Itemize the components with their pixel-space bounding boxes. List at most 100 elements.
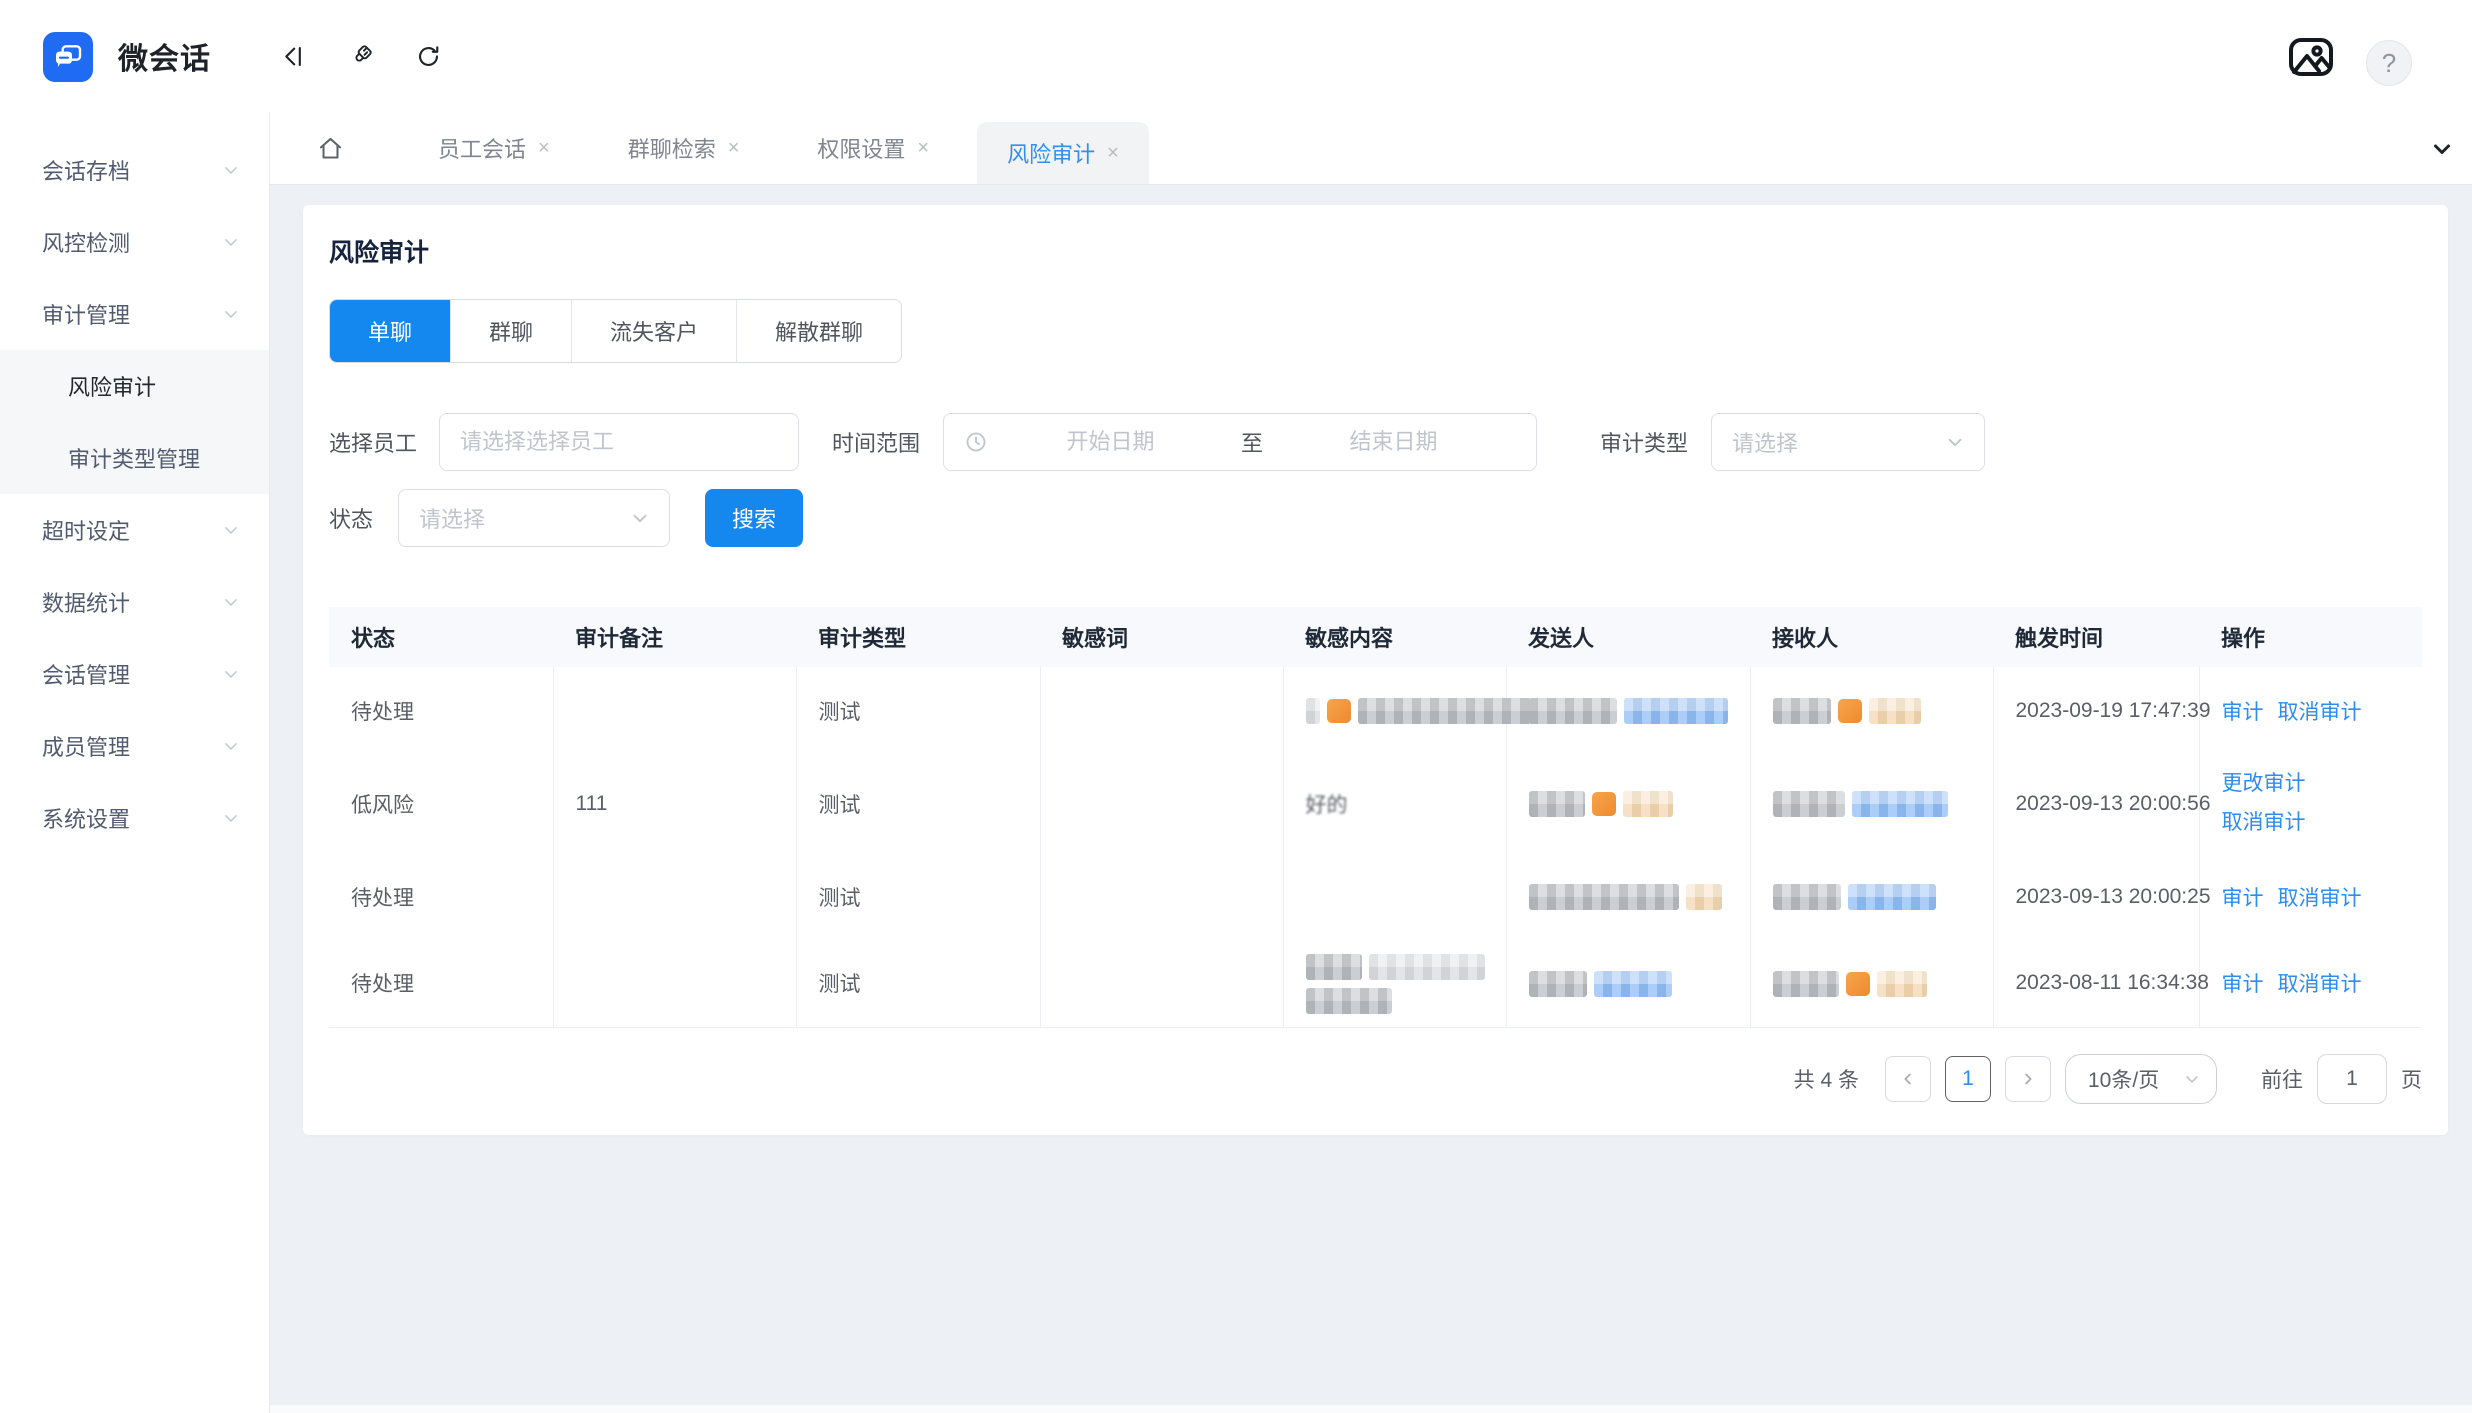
chevron-down-icon — [221, 736, 241, 756]
chevron-down-icon — [2182, 1069, 2202, 1089]
close-tab-icon[interactable]: × — [728, 137, 740, 160]
sender-cell — [1506, 940, 1750, 1027]
redacted-line: ... — [1306, 694, 1506, 728]
redacted-block — [1869, 698, 1921, 724]
close-tab-icon[interactable]: × — [1107, 142, 1119, 165]
sidebar-item-8[interactable]: 系统设置 — [0, 782, 269, 854]
close-tab-icon[interactable]: × — [917, 137, 929, 160]
action-link-取消审计[interactable]: 取消审计 — [2278, 701, 2362, 724]
sidebar-item-label: 会话管理 — [42, 658, 221, 690]
status-select[interactable]: 请选择 — [398, 489, 670, 547]
tabbar-chevron-down-icon[interactable] — [2430, 112, 2454, 185]
home-tab-icon[interactable] — [270, 112, 390, 184]
chevron-down-icon — [221, 304, 241, 324]
redacted-block — [1358, 698, 1558, 724]
column-header-审计备注: 审计备注 — [553, 607, 796, 667]
action-link-取消审计[interactable]: 取消审计 — [2278, 973, 2362, 996]
column-header-敏感词: 敏感词 — [1040, 607, 1283, 667]
workspace-tab-3[interactable]: 权限设置× — [787, 112, 959, 184]
sidebar-item-label: 审计管理 — [42, 298, 221, 330]
start-date-input[interactable] — [988, 429, 1233, 455]
sidebar-item-2[interactable]: 风控检测 — [0, 206, 269, 278]
sensitive-content-cell — [1283, 853, 1506, 940]
sidebar-item-3[interactable]: 审计管理 — [0, 278, 269, 350]
help-icon[interactable]: ? — [2366, 40, 2412, 86]
status-cell: 低风险 — [329, 755, 553, 853]
sidebar-subitem-风险审计[interactable]: 风险审计 — [0, 350, 269, 422]
sidebar-item-4[interactable]: 超时设定 — [0, 494, 269, 566]
action-link-审计[interactable]: 审计 — [2222, 887, 2264, 910]
brush-icon[interactable] — [340, 0, 380, 112]
search-button[interactable]: 搜索 — [705, 489, 803, 547]
sensitive-content-cell — [1283, 940, 1506, 1027]
total-count: 共 4 条 — [1794, 1064, 1859, 1094]
action-link-取消审计[interactable]: 取消审计 — [2278, 887, 2362, 910]
clock-icon — [964, 430, 988, 454]
employee-select-input[interactable] — [460, 429, 778, 455]
table-row: 待处理测试2023-09-13 20:00:25审计取消审计 — [329, 853, 2422, 940]
status-cell: 待处理 — [329, 667, 553, 755]
action-link-更改审计[interactable]: 更改审计 — [2222, 765, 2423, 804]
close-tab-icon[interactable]: × — [538, 137, 550, 160]
chevron-down-icon — [629, 507, 651, 529]
chat-tab-2[interactable]: 群聊 — [450, 300, 571, 362]
prev-page-button[interactable] — [1885, 1056, 1931, 1102]
column-header-审计类型: 审计类型 — [796, 607, 1040, 667]
column-header-接收人: 接收人 — [1750, 607, 1993, 667]
collapse-sidebar-icon[interactable] — [272, 0, 312, 112]
actions-cell: 审计取消审计 — [2199, 940, 2422, 1027]
chat-tab-1[interactable]: 单聊 — [330, 300, 450, 362]
audit-type-cell: 测试 — [796, 940, 1040, 1027]
workspace-tab-4[interactable]: 风险审计× — [977, 122, 1149, 184]
next-page-button[interactable] — [2005, 1056, 2051, 1102]
end-date-input[interactable] — [1271, 429, 1516, 455]
audit-type-select[interactable]: 请选择 — [1711, 413, 1985, 471]
redacted-block — [1848, 884, 1936, 910]
page-size-select[interactable]: 10条/页 — [2065, 1054, 2217, 1104]
sidebar-item-7[interactable]: 成员管理 — [0, 710, 269, 782]
pagination: 共 4 条 1 10条/页 前往 页 — [329, 1054, 2422, 1104]
action-link-取消审计[interactable]: 取消审计 — [2222, 804, 2423, 843]
current-page-button[interactable]: 1 — [1945, 1056, 1991, 1102]
redacted-block — [1773, 791, 1845, 817]
chevron-down-icon — [221, 160, 241, 180]
redacted-block — [1773, 884, 1841, 910]
sidebar-item-5[interactable]: 数据统计 — [0, 566, 269, 638]
redacted-block — [1529, 698, 1617, 724]
status-placeholder: 请选择 — [419, 502, 485, 534]
sensitive-word-cell — [1040, 667, 1283, 755]
redacted-line — [1306, 983, 1506, 1017]
refresh-icon[interactable] — [408, 0, 448, 112]
chat-bubbles-icon — [52, 41, 84, 73]
workspace-tab-2[interactable]: 群聊检索× — [598, 112, 770, 184]
chevron-down-icon — [221, 520, 241, 540]
top-header: 微会话 — [0, 0, 2472, 112]
redacted-block — [1306, 954, 1362, 980]
chat-tab-3[interactable]: 流失客户 — [571, 300, 736, 362]
chat-tab-4[interactable]: 解散群聊 — [736, 300, 901, 362]
audit-type-label: 审计类型 — [1600, 426, 1688, 458]
column-header-操作: 操作 — [2199, 607, 2422, 667]
table-body: 待处理测试...2023-09-19 17:47:39审计取消审计低风险111测… — [329, 667, 2422, 1027]
sidebar-item-1[interactable]: 会话存档 — [0, 134, 269, 206]
sensitive-content-cell: 好的 — [1283, 755, 1506, 853]
employee-select[interactable] — [439, 413, 799, 471]
image-placeholder-icon[interactable] — [2284, 32, 2338, 82]
status-filter-label: 状态 — [329, 502, 373, 534]
sensitive-word-cell — [1040, 853, 1283, 940]
sidebar-item-6[interactable]: 会话管理 — [0, 638, 269, 710]
status-cell: 待处理 — [329, 940, 553, 1027]
redacted-block — [1773, 971, 1839, 997]
date-range-picker[interactable]: 至 — [943, 413, 1537, 471]
action-link-审计[interactable]: 审计 — [2222, 973, 2264, 996]
sidebar-subitem-审计类型管理[interactable]: 审计类型管理 — [0, 422, 269, 494]
audit-type-cell: 测试 — [796, 853, 1040, 940]
goto-page-input[interactable] — [2317, 1054, 2387, 1104]
workspace-tab-1[interactable]: 员工会话× — [408, 112, 580, 184]
table-row: 待处理测试2023-08-11 16:34:38审计取消审计 — [329, 940, 2422, 1027]
redacted-block — [1369, 954, 1485, 980]
table-header-row: 状态审计备注审计类型敏感词敏感内容发送人接收人触发时间操作 — [329, 607, 2422, 667]
action-link-审计[interactable]: 审计 — [2222, 701, 2264, 724]
filter-row-1: 选择员工 时间范围 至 审计类型 请选择 — [329, 413, 2422, 471]
audit-type-cell: 测试 — [796, 667, 1040, 755]
